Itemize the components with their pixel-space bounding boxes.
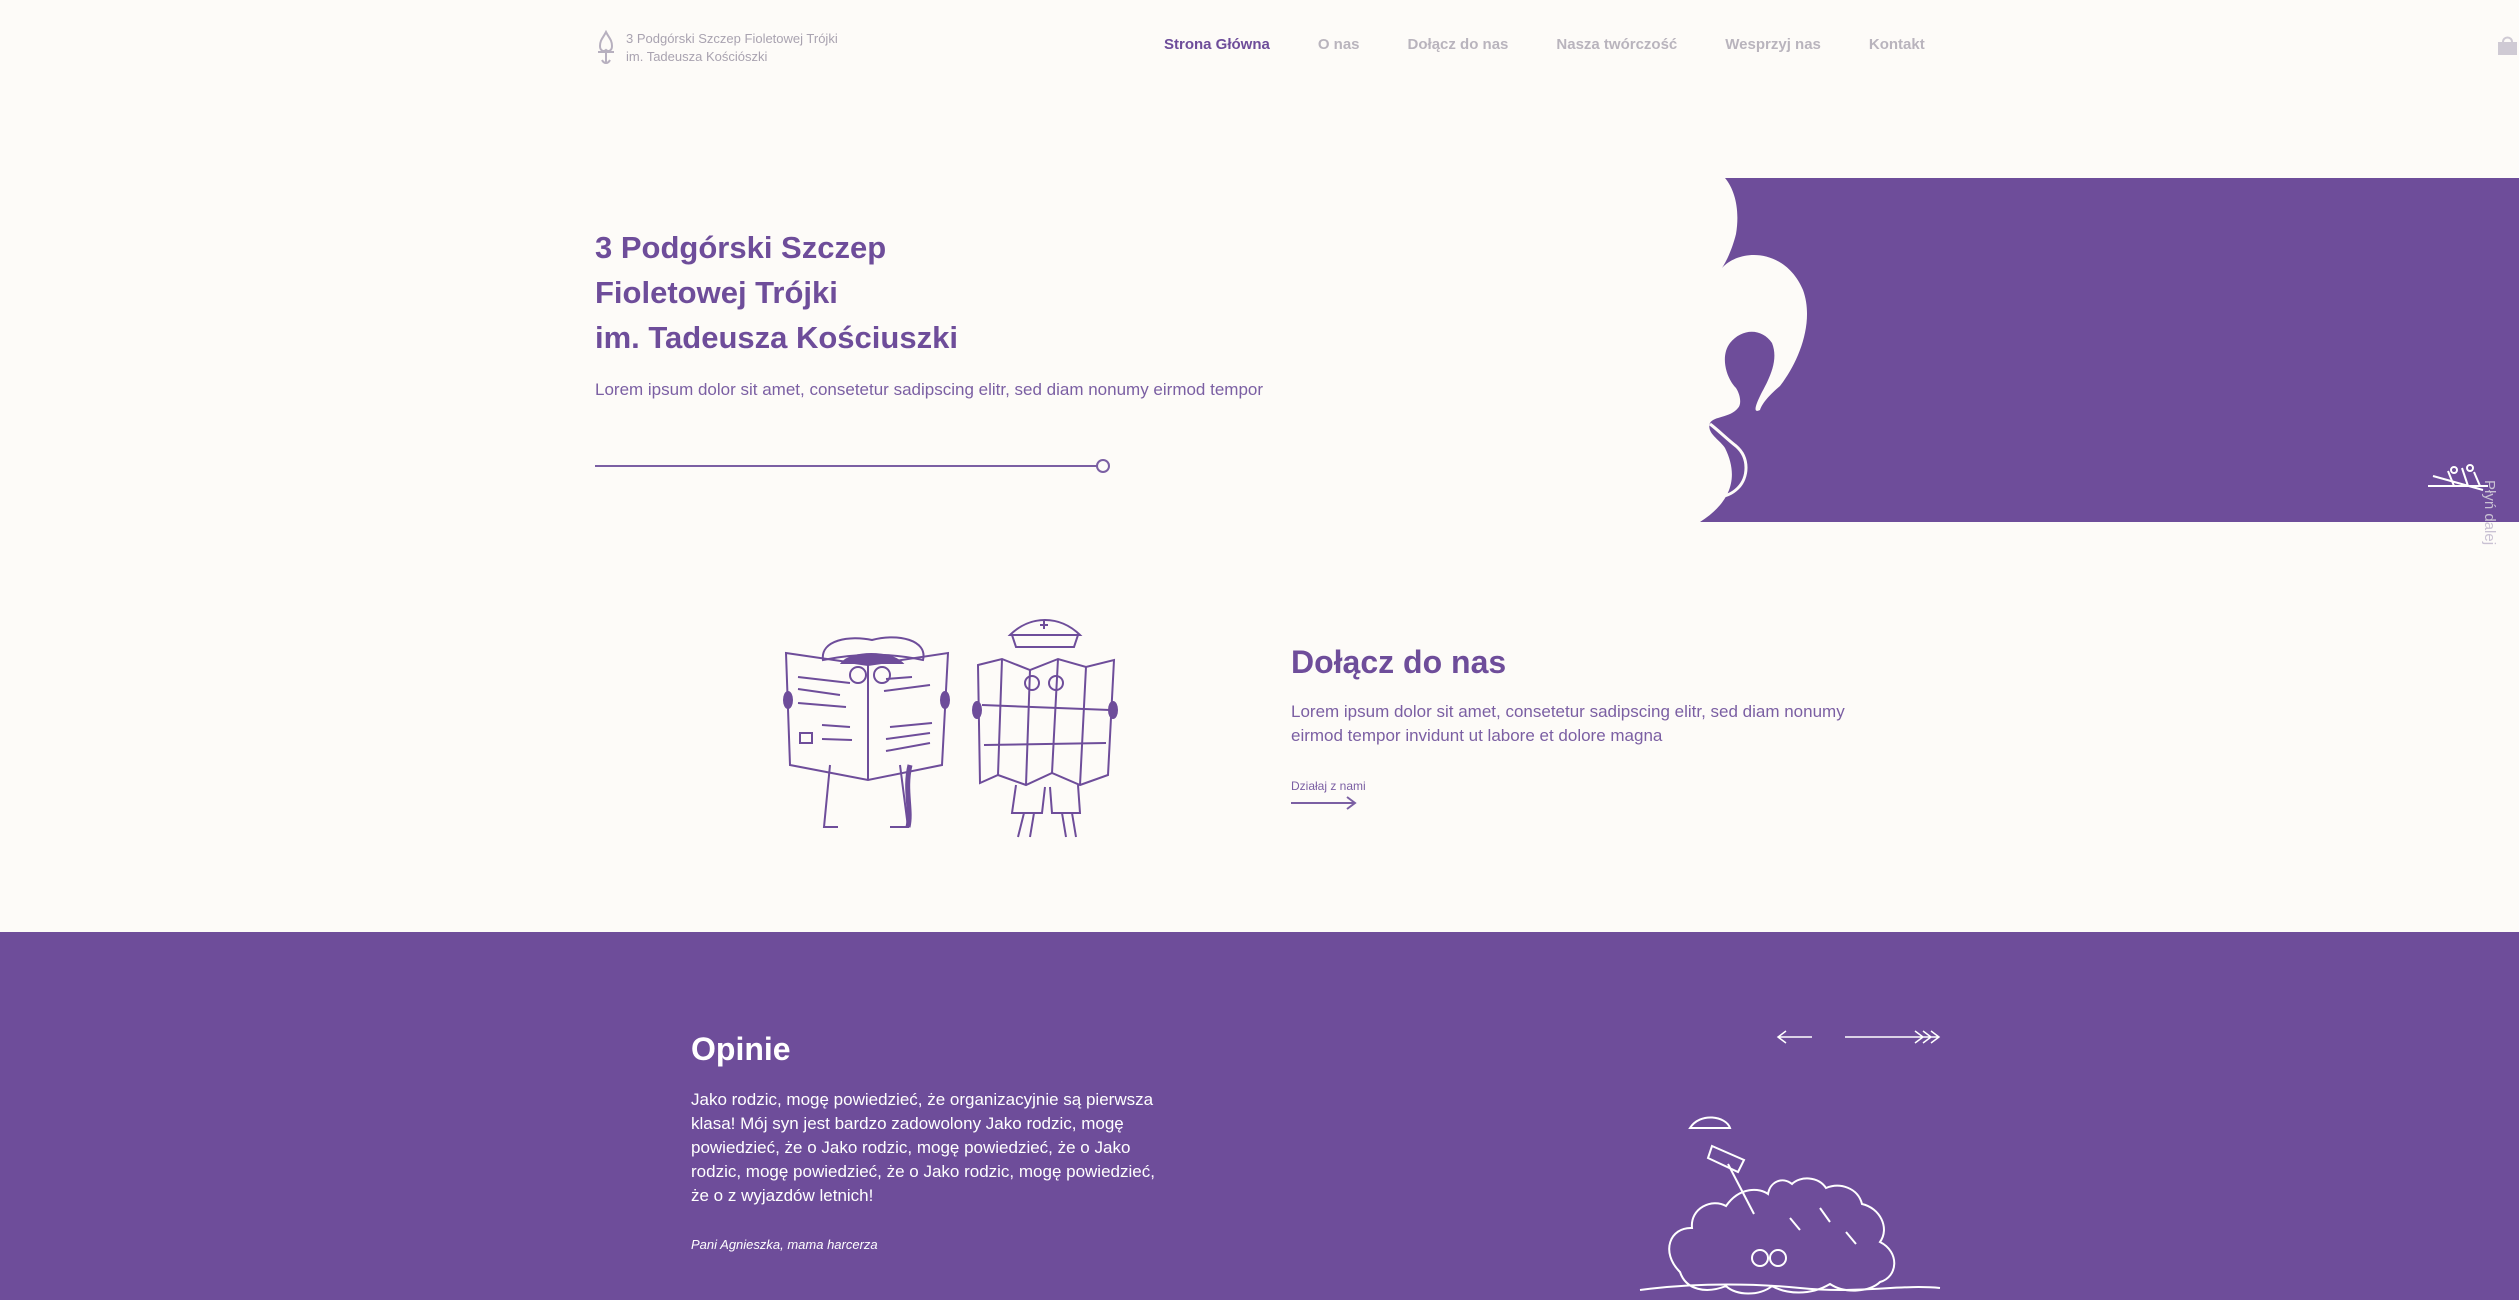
opinions-title: Opinie: [691, 1031, 791, 1067]
logo-text: 3 Podgórski Szczep Fioletowej Trójki im.…: [626, 30, 838, 66]
hero-slider-track: [595, 465, 1103, 467]
join-description: Lorem ipsum dolor sit amet, consetetur s…: [1291, 702, 1845, 745]
arrow-left-icon[interactable]: [1776, 1029, 1812, 1045]
nav-item-join[interactable]: Dołącz do nas: [1408, 36, 1509, 53]
opinion-quote: Jako rodzic, mogę powiedzieć, że organiz…: [691, 1090, 1155, 1205]
join-title: Dołącz do nas: [1291, 644, 1507, 680]
hero-slider-handle[interactable]: [1096, 459, 1110, 473]
nav-item-home[interactable]: Strona Główna: [1164, 36, 1270, 53]
scroll-next-link[interactable]: Płyń dalej: [2481, 480, 2498, 545]
logo-line-1: 3 Podgórski Szczep Fioletowej Trójki: [626, 31, 838, 46]
hero-image-panel: [1690, 178, 2519, 522]
cloud-scout-illustration: [1639, 1116, 1941, 1295]
scouts-reading-illustration: [783, 619, 1118, 838]
fleur-de-lis-cutout-illustration: [1690, 178, 2488, 522]
arrow-right-icon[interactable]: [1291, 796, 1359, 810]
logo-line-2: im. Tadeusza Kościószki: [626, 49, 768, 64]
hero-title: 3 Podgórski Szczep Fioletowej Trójki im.…: [595, 225, 958, 360]
hero-title-line-2: Fioletowej Trójki: [595, 275, 838, 310]
nav-item-support[interactable]: Wesprzyj nas: [1725, 36, 1821, 53]
nav-item-contact[interactable]: Kontakt: [1869, 36, 1925, 53]
fleur-de-lis-icon: [598, 30, 614, 64]
main-nav: Strona Główna O nas Dołącz do nas Nasza …: [1164, 36, 1973, 53]
hero-title-line-3: im. Tadeusza Kościuszki: [595, 320, 958, 355]
nav-item-creations[interactable]: Nasza twórczość: [1556, 36, 1677, 53]
site-logo[interactable]: 3 Podgórski Szczep Fioletowej Trójki im.…: [594, 30, 838, 66]
hero-description: Lorem ipsum dolor sit amet, consetetur s…: [595, 380, 1264, 399]
opinions-section: [0, 932, 2519, 1300]
hero-title-line-1: 3 Podgórski Szczep: [595, 230, 887, 265]
arrow-right-icon[interactable]: [1845, 1029, 1941, 1045]
nav-item-about[interactable]: O nas: [1318, 36, 1360, 53]
opinion-author: Pani Agnieszka, mama harcerza: [691, 1237, 878, 1252]
join-cta-link[interactable]: Działaj z nami: [1291, 779, 1366, 793]
shopping-bag-icon[interactable]: [2496, 34, 2519, 56]
